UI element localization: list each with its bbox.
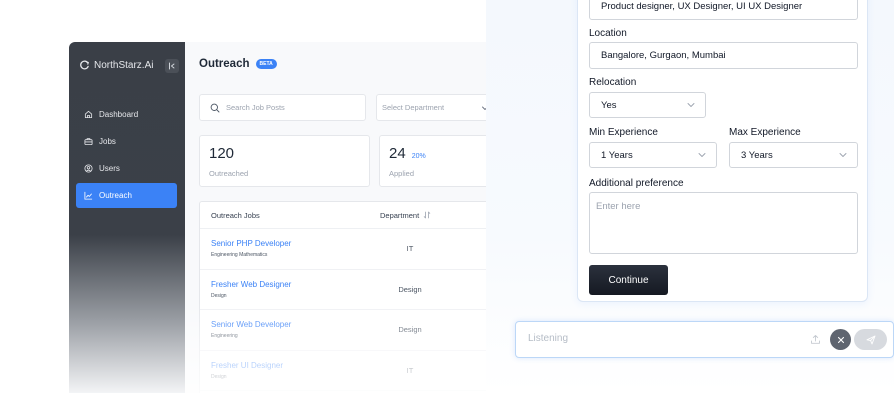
stat-card-applied: 24 20% Applied xyxy=(379,135,486,187)
chat-input[interactable]: Listening xyxy=(528,333,568,344)
sidebar: NorthStarz.Ai Dashboard Jobs Users Outre xyxy=(69,42,185,393)
chevron-down-icon xyxy=(839,153,847,157)
job-department: IT xyxy=(406,244,414,254)
job-title-link[interactable]: Senior PHP Developer xyxy=(211,239,380,248)
sidebar-item-label: Jobs xyxy=(99,137,116,146)
search-icon xyxy=(210,103,220,112)
job-title-link[interactable]: Fresher Web Designer xyxy=(211,280,380,289)
sidebar-item-label: Users xyxy=(99,164,120,173)
dashboard-app: NorthStarz.Ai Dashboard Jobs Users Outre xyxy=(69,42,486,393)
user-icon xyxy=(84,164,93,173)
min-experience-select[interactable]: 1 Years xyxy=(589,142,717,168)
relocation-select[interactable]: Yes xyxy=(589,92,706,118)
upload-icon[interactable] xyxy=(810,334,821,345)
relocation-label: Relocation xyxy=(589,77,637,88)
max-experience-select[interactable]: 3 Years xyxy=(729,142,858,168)
close-icon xyxy=(837,336,844,343)
outreach-jobs-table: Outreach Jobs Department Senior PHP Deve… xyxy=(199,201,486,393)
table-row[interactable]: Senior PHP Developer Engineering Mathemat… xyxy=(200,229,486,270)
chart-icon xyxy=(84,191,93,200)
stat-value: 120 xyxy=(209,145,235,162)
relocation-value: Yes xyxy=(601,99,617,111)
additional-preference-textarea[interactable]: Enter here xyxy=(589,192,858,254)
sort-icon xyxy=(423,211,431,219)
sidebar-item-label: Dashboard xyxy=(99,110,139,119)
stat-label: Applied xyxy=(389,169,415,178)
stat-percent: 20% xyxy=(411,153,426,160)
min-experience-value: 1 Years xyxy=(601,149,633,161)
sidebar-item-users[interactable]: Users xyxy=(76,156,177,181)
beta-badge: BETA xyxy=(255,59,277,69)
chevron-down-icon xyxy=(698,153,706,157)
sidebar-item-label: Outreach xyxy=(99,191,132,200)
table-header: Outreach Jobs Department xyxy=(200,202,486,229)
search-placeholder: Search Job Posts xyxy=(226,103,285,112)
job-search-input[interactable]: Search Job Posts xyxy=(199,94,366,121)
job-title-link[interactable]: Fresher UI Designer xyxy=(211,361,380,370)
table-row[interactable]: Fresher Web Designer Design Design xyxy=(200,270,486,310)
sidebar-item-dashboard[interactable]: Dashboard xyxy=(76,102,177,127)
job-subtitle: Engineering xyxy=(211,333,238,340)
job-department: IT xyxy=(406,365,414,375)
send-icon xyxy=(866,335,875,344)
location-value: Bangalore, Gurgaon, Mumbai xyxy=(601,50,726,61)
min-experience-label: Min Experience xyxy=(589,127,658,138)
brand-logo[interactable]: NorthStarz.Ai xyxy=(79,60,153,71)
cancel-button[interactable] xyxy=(830,329,851,350)
logo-icon xyxy=(80,60,89,70)
sidebar-nav: Dashboard Jobs Users Outreach xyxy=(76,102,177,210)
roles-input[interactable]: Product designer, UX Designer, UI UX Des… xyxy=(589,0,858,20)
stat-label: Outreached xyxy=(209,169,249,178)
main-content: Outreach BETA Search Job Posts Select De… xyxy=(185,42,486,393)
job-department: Design xyxy=(398,325,422,335)
chevron-down-icon xyxy=(687,103,695,107)
job-subtitle: Design xyxy=(211,373,227,380)
sidebar-item-jobs[interactable]: Jobs xyxy=(76,129,177,154)
chevron-down-icon xyxy=(482,106,486,110)
chat-input-bar: Listening xyxy=(515,321,894,358)
additional-preference-placeholder: Enter here xyxy=(596,201,641,212)
column-header-department[interactable]: Department xyxy=(380,211,431,220)
page-title: Outreach BETA xyxy=(199,58,277,70)
department-select[interactable]: Select Department xyxy=(376,94,486,121)
max-experience-value: 3 Years xyxy=(741,149,773,161)
location-input[interactable]: Bangalore, Gurgaon, Mumbai xyxy=(589,42,858,69)
collapse-sidebar-button[interactable] xyxy=(165,59,179,73)
column-header-label: Department xyxy=(380,210,420,220)
stat-card-outreached: 120 Outreached xyxy=(199,135,370,187)
department-placeholder: Select Department xyxy=(382,103,445,112)
table-row[interactable]: Senior Web Developer Engineering Design xyxy=(200,310,486,351)
table-row[interactable]: Fresher UI Designer Design IT xyxy=(200,351,486,391)
collapse-icon xyxy=(169,62,175,70)
send-button[interactable] xyxy=(854,329,887,350)
job-department: Design xyxy=(398,284,422,294)
stat-value: 24 xyxy=(389,145,406,162)
brand-name: NorthStarz.Ai xyxy=(94,60,154,71)
roles-value: Product designer, UX Designer, UI UX Des… xyxy=(601,1,803,12)
sidebar-item-outreach[interactable]: Outreach xyxy=(76,183,177,208)
column-header-jobs: Outreach Jobs xyxy=(211,210,260,220)
continue-button[interactable]: Continue xyxy=(589,265,668,295)
home-icon xyxy=(84,110,93,119)
job-title-link[interactable]: Senior Web Developer xyxy=(211,320,380,329)
briefcase-icon xyxy=(84,138,93,146)
page-title-text: Outreach xyxy=(199,58,250,70)
location-label: Location xyxy=(589,28,627,39)
job-preference-form: Product designer, UX Designer, UI UX Des… xyxy=(577,0,868,302)
max-experience-label: Max Experience xyxy=(729,127,801,138)
additional-preference-label: Additional preference xyxy=(589,178,684,189)
job-subtitle: Engineering Mathematics xyxy=(211,252,268,259)
job-subtitle: Design xyxy=(211,292,227,299)
